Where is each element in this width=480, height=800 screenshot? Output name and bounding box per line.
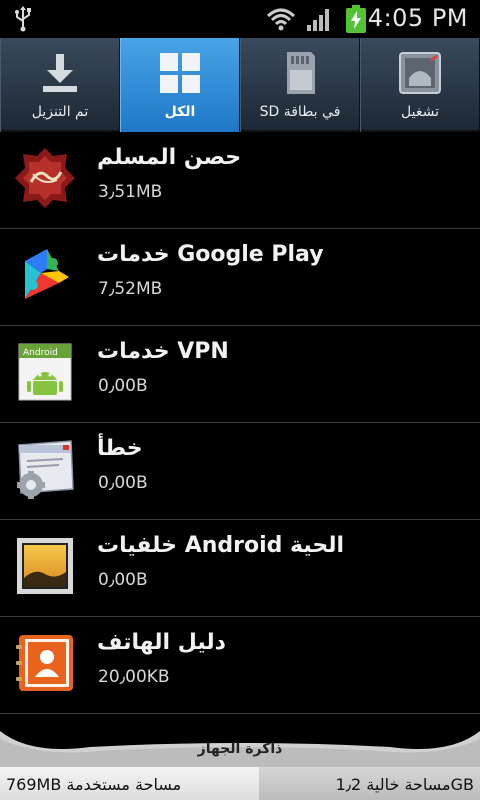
wifi-icon — [266, 8, 296, 31]
tab-bar: تم التنزيل الكل في بطاقة SD تشغيل — [0, 38, 480, 132]
hisn-muslim-icon — [15, 148, 75, 208]
storage-caption: ذاكرة الجهاز — [197, 741, 283, 757]
tab-label: تشغيل — [401, 104, 439, 120]
svg-text:Android: Android — [23, 348, 58, 358]
list-item[interactable]: خدمات Google Play 7٫52MB — [0, 229, 480, 326]
grid-icon — [160, 53, 200, 93]
tab-label: تم التنزيل — [31, 104, 89, 120]
app-size: 7٫52MB — [98, 279, 163, 299]
app-name: خلفيات Android الحية — [97, 533, 345, 558]
app-name: دليل الهاتف — [97, 630, 226, 655]
storage-free-text: مساحة خالية 1٫2GB — [335, 775, 474, 794]
app-name: حصن المسلم — [97, 145, 242, 170]
vpn-android-icon: Android — [18, 343, 72, 401]
storage-bar: 769MB مساحة مستخدمة مساحة خالية 1٫2GB — [0, 767, 480, 800]
sd-card-icon — [287, 52, 315, 94]
app-name: خدمات Google Play — [97, 242, 324, 267]
app-list: حصن المسلم 3٫51MB خدمات Google Play 7٫52… — [0, 132, 480, 714]
tab-downloaded[interactable]: تم التنزيل — [0, 38, 120, 132]
app-size: 0٫00B — [98, 473, 148, 493]
running-app-icon — [399, 52, 441, 94]
app-name: خدمات VPN — [97, 339, 229, 364]
storage-used-text: 769MB مساحة مستخدمة — [6, 775, 182, 794]
signal-icon — [307, 9, 329, 31]
live-wallpaper-icon — [17, 538, 73, 594]
app-name: خطأ — [97, 436, 143, 461]
storage-footer: ذاكرة الجهاز 769MB مساحة مستخدمة مساحة خ… — [0, 725, 480, 800]
list-item[interactable]: Android خدمات VPN 0٫00B — [0, 326, 480, 423]
google-play-services-icon — [25, 249, 69, 299]
app-size: 20٫00KB — [98, 667, 170, 687]
usb-icon — [15, 6, 31, 32]
app-size: 0٫00B — [98, 570, 148, 590]
list-item[interactable]: حصن المسلم 3٫51MB — [0, 132, 480, 229]
tab-label: في بطاقة SD — [259, 104, 341, 120]
error-settings-icon — [17, 440, 74, 499]
list-item[interactable]: خلفيات Android الحية 0٫00B — [0, 520, 480, 617]
list-item[interactable]: دليل الهاتف 20٫00KB — [0, 617, 480, 714]
battery-charging-icon — [346, 5, 366, 33]
clock: 4:05 PM — [367, 4, 468, 32]
tab-running[interactable]: تشغيل — [360, 38, 480, 132]
app-size: 0٫00B — [98, 376, 148, 396]
download-icon — [43, 54, 77, 92]
app-size: 3٫51MB — [98, 182, 163, 202]
contacts-icon — [16, 635, 73, 691]
list-item[interactable]: خطأ 0٫00B — [0, 423, 480, 520]
tab-sd-card[interactable]: في بطاقة SD — [240, 38, 360, 132]
status-bar: 4:05 PM — [0, 0, 480, 38]
tab-all[interactable]: الكل — [120, 38, 240, 132]
tab-label: الكل — [164, 104, 196, 120]
